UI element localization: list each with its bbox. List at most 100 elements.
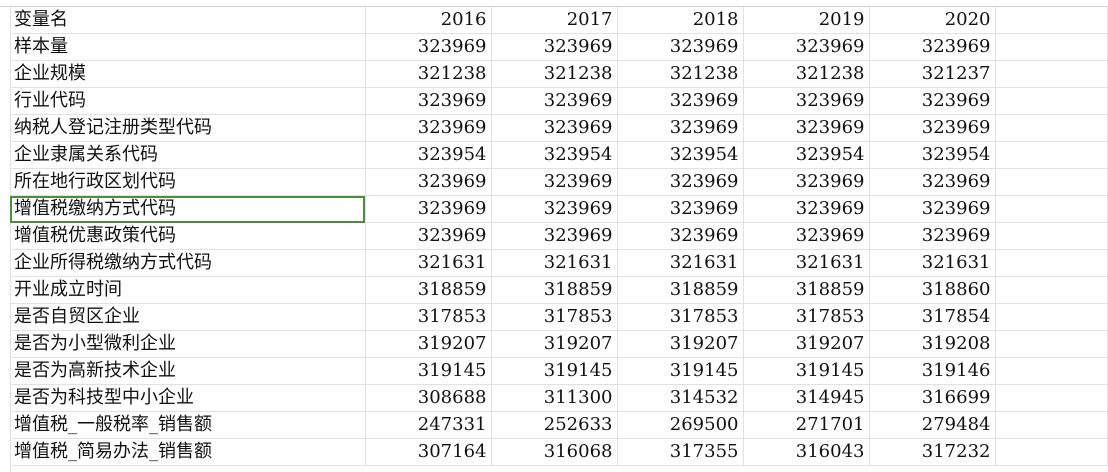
- cell-header-year[interactable]: 2018: [617, 7, 744, 34]
- cell-empty[interactable]: [995, 87, 1108, 115]
- cell-value[interactable]: 323969: [365, 87, 492, 115]
- cell-value[interactable]: 321631: [365, 249, 492, 277]
- cell-variable-name[interactable]: 行业代码: [10, 87, 366, 115]
- cell-value[interactable]: 269500: [617, 411, 744, 439]
- cell-value[interactable]: 316043: [743, 438, 870, 466]
- cell-value[interactable]: 323969: [617, 33, 744, 61]
- cell-variable-name[interactable]: 所在地行政区划代码: [10, 168, 366, 196]
- cell-value[interactable]: 314945: [743, 384, 870, 412]
- cell-value[interactable]: 323969: [743, 87, 870, 115]
- cell-value[interactable]: 323954: [869, 141, 996, 169]
- cell-variable-name[interactable]: 样本量: [10, 33, 366, 61]
- cell-value[interactable]: 317853: [365, 303, 492, 331]
- cell-value[interactable]: 323969: [743, 222, 870, 250]
- cell-value[interactable]: 279484: [869, 411, 996, 439]
- cell-empty[interactable]: [995, 411, 1108, 439]
- cell-value[interactable]: 319208: [869, 330, 996, 358]
- cell-value[interactable]: 323969: [491, 33, 618, 61]
- cell-value[interactable]: 318859: [365, 276, 492, 304]
- cell-variable-name[interactable]: 纳税人登记注册类型代码: [10, 114, 366, 142]
- cell-value[interactable]: 319145: [743, 357, 870, 385]
- cell-empty[interactable]: [995, 249, 1108, 277]
- cell-empty[interactable]: [995, 7, 1108, 34]
- cell-empty[interactable]: [995, 276, 1108, 304]
- cell-value[interactable]: 271701: [743, 411, 870, 439]
- cell-value[interactable]: 321631: [743, 249, 870, 277]
- cell-value[interactable]: 318859: [617, 276, 744, 304]
- cell-value[interactable]: 319207: [491, 330, 618, 358]
- cell-variable-name[interactable]: 是否自贸区企业: [10, 303, 366, 331]
- cell-value[interactable]: 319207: [365, 330, 492, 358]
- cell-value[interactable]: 323969: [869, 33, 996, 61]
- cell-value[interactable]: 323969: [617, 222, 744, 250]
- cell-value[interactable]: 319207: [743, 330, 870, 358]
- cell-value[interactable]: 317853: [491, 303, 618, 331]
- cell-value[interactable]: 323969: [743, 195, 870, 223]
- cell-value[interactable]: 318859: [743, 276, 870, 304]
- cell-value[interactable]: 321238: [365, 60, 492, 88]
- cell-empty[interactable]: [995, 303, 1108, 331]
- cell-empty[interactable]: [995, 384, 1108, 412]
- cell-value[interactable]: 317355: [617, 438, 744, 466]
- cell-value[interactable]: 311300: [491, 384, 618, 412]
- cell-value[interactable]: 314532: [617, 384, 744, 412]
- cell-variable-name[interactable]: 增值税优惠政策代码: [10, 222, 366, 250]
- cell-value[interactable]: 323969: [743, 33, 870, 61]
- cell-value[interactable]: 318859: [491, 276, 618, 304]
- cell-value[interactable]: 252633: [491, 411, 618, 439]
- cell-header-year[interactable]: 2017: [491, 7, 618, 34]
- cell-value[interactable]: 323969: [869, 222, 996, 250]
- cell-value[interactable]: 319207: [617, 330, 744, 358]
- cell-value[interactable]: 317854: [869, 303, 996, 331]
- cell-empty[interactable]: [995, 168, 1108, 196]
- cell-empty[interactable]: [995, 141, 1108, 169]
- cell-value[interactable]: 319145: [617, 357, 744, 385]
- cell-empty[interactable]: [995, 114, 1108, 142]
- cell-variable-name[interactable]: 增值税_一般税率_销售额: [10, 411, 366, 439]
- cell-value[interactable]: 323969: [491, 168, 618, 196]
- cell-value[interactable]: 319146: [869, 357, 996, 385]
- cell-value[interactable]: 323954: [743, 141, 870, 169]
- cell-empty[interactable]: [995, 33, 1108, 61]
- cell-value[interactable]: 323969: [617, 195, 744, 223]
- cell-empty[interactable]: [995, 60, 1108, 88]
- cell-value[interactable]: 323969: [491, 87, 618, 115]
- cell-value[interactable]: 319145: [491, 357, 618, 385]
- cell-value[interactable]: 323969: [365, 33, 492, 61]
- cell-variable-name[interactable]: 企业隶属关系代码: [10, 141, 366, 169]
- cell-variable-name[interactable]: 开业成立时间: [10, 276, 366, 304]
- cell-header-name[interactable]: 变量名: [10, 7, 366, 34]
- cell-value[interactable]: 323969: [869, 114, 996, 142]
- cell-header-year[interactable]: 2020: [869, 7, 996, 34]
- cell-empty[interactable]: [995, 330, 1108, 358]
- cell-value[interactable]: 323969: [365, 114, 492, 142]
- cell-header-year[interactable]: 2019: [743, 7, 870, 34]
- cell-value[interactable]: 323969: [869, 87, 996, 115]
- cell-variable-name[interactable]: 增值税缴纳方式代码: [10, 195, 366, 223]
- cell-value[interactable]: 308688: [365, 384, 492, 412]
- cell-value[interactable]: 323969: [491, 114, 618, 142]
- cell-value[interactable]: 317853: [617, 303, 744, 331]
- cell-variable-name[interactable]: 企业规模: [10, 60, 366, 88]
- cell-value[interactable]: 321631: [617, 249, 744, 277]
- cell-value[interactable]: 323969: [869, 195, 996, 223]
- cell-value[interactable]: 323969: [365, 168, 492, 196]
- cell-value[interactable]: 323954: [491, 141, 618, 169]
- cell-empty[interactable]: [995, 357, 1108, 385]
- cell-value[interactable]: 323954: [365, 141, 492, 169]
- cell-variable-name[interactable]: 是否为小型微利企业: [10, 330, 366, 358]
- cell-value[interactable]: 307164: [365, 438, 492, 466]
- cell-value[interactable]: 323969: [365, 195, 492, 223]
- cell-variable-name[interactable]: 是否为高新技术企业: [10, 357, 366, 385]
- cell-empty[interactable]: [995, 222, 1108, 250]
- cell-value[interactable]: 323969: [743, 168, 870, 196]
- cell-value[interactable]: 316699: [869, 384, 996, 412]
- cell-value[interactable]: 323969: [869, 168, 996, 196]
- cell-value[interactable]: 247331: [365, 411, 492, 439]
- cell-value[interactable]: 317853: [743, 303, 870, 331]
- cell-header-year[interactable]: 2016: [365, 7, 492, 34]
- cell-value[interactable]: 323969: [617, 168, 744, 196]
- cell-empty[interactable]: [995, 438, 1108, 466]
- cell-value[interactable]: 317232: [869, 438, 996, 466]
- cell-value[interactable]: 316068: [491, 438, 618, 466]
